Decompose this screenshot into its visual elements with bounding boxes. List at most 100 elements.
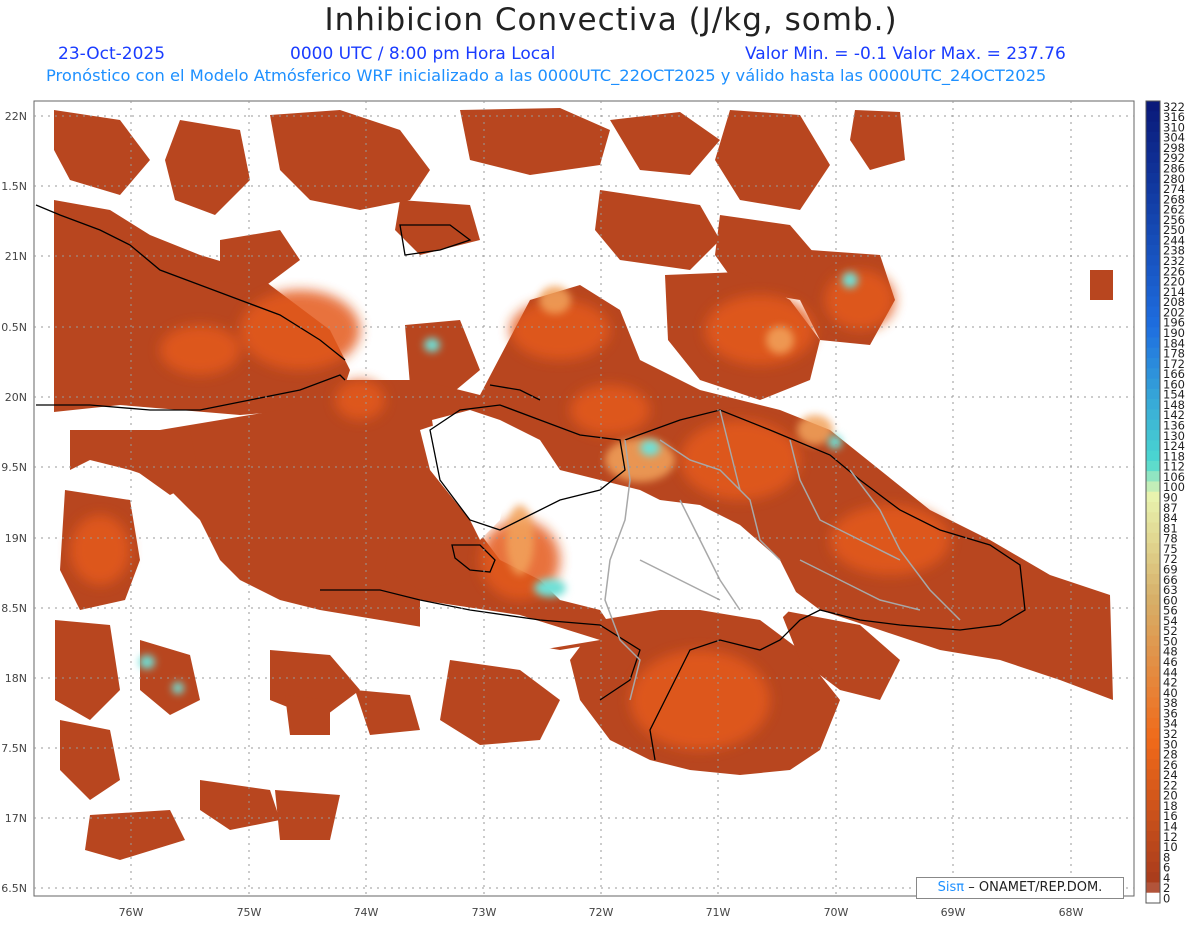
credit-org: – ONAMET/REP.DOM. — [968, 880, 1103, 895]
field-highlight — [705, 295, 815, 365]
colorbar-swatch — [1146, 234, 1160, 246]
colorbar-swatch — [1146, 172, 1160, 184]
field-light-patch — [539, 286, 571, 314]
colorbar-swatch — [1146, 563, 1160, 575]
colorbar-swatch — [1146, 337, 1160, 349]
colorbar-swatch — [1146, 193, 1160, 205]
field-highlight — [570, 385, 650, 435]
colorbar-swatch — [1146, 800, 1160, 812]
colorbar-swatch — [1146, 101, 1160, 112]
colorbar-swatch — [1146, 460, 1160, 472]
colorbar-swatch — [1146, 810, 1160, 822]
colorbar-swatch — [1146, 347, 1160, 359]
colorbar-swatch — [1146, 224, 1160, 236]
lon-label: 72W — [589, 906, 614, 919]
colorbar-swatch — [1146, 111, 1160, 123]
colorbar-swatch — [1146, 296, 1160, 308]
lon-label: 68W — [1059, 906, 1084, 919]
colorbar-swatch — [1146, 471, 1160, 483]
colorbar-swatch — [1146, 584, 1160, 596]
colorbar-swatch — [1146, 203, 1160, 215]
colorbar-swatch — [1146, 604, 1160, 616]
lat-label: 21N — [5, 250, 27, 263]
colorbar-swatch — [1146, 121, 1160, 133]
colorbar-swatch — [1146, 728, 1160, 740]
colorbar-swatch — [1146, 306, 1160, 318]
lon-label: 70W — [824, 906, 849, 919]
colorbar-swatch — [1146, 368, 1160, 380]
colorbar-swatch — [1146, 502, 1160, 513]
colorbar-swatch — [1146, 707, 1160, 719]
colorbar-swatch — [1146, 697, 1160, 709]
longitude-labels: 76W 75W 74W 73W 72W 71W 70W 69W 68W — [119, 906, 1084, 919]
colorbar-swatch — [1146, 450, 1160, 462]
lat-label: 1.5N — [1, 180, 27, 193]
lon-label: 71W — [706, 906, 731, 919]
colorbar-swatch — [1146, 789, 1160, 801]
colorbar-swatch — [1146, 131, 1160, 143]
colorbar-swatch — [1146, 851, 1160, 863]
colorbar-swatch — [1146, 666, 1160, 678]
colorbar-swatch — [1146, 635, 1160, 647]
colorbar-swatch — [1146, 892, 1160, 904]
lat-label: 9.5N — [1, 461, 27, 474]
colorbar-swatch — [1146, 882, 1160, 894]
lat-label: 7.5N — [1, 742, 27, 755]
colorbar-swatch — [1146, 512, 1160, 524]
field-region — [285, 695, 330, 735]
colorbar-swatch — [1146, 419, 1160, 431]
field-light-patch — [797, 415, 833, 445]
lat-label: 8.5N — [1, 602, 27, 615]
colorbar-swatch — [1146, 594, 1160, 606]
lon-label: 75W — [237, 906, 262, 919]
field-cyan-spot — [424, 338, 440, 352]
field-highlight — [70, 515, 130, 585]
field-cyan-spot — [842, 272, 858, 288]
lat-label: 20N — [5, 391, 27, 404]
lat-label: 0.5N — [1, 321, 27, 334]
colorbar-swatch — [1146, 748, 1160, 760]
colorbar-swatch — [1146, 481, 1160, 493]
colorbar-swatch — [1146, 316, 1160, 328]
colorbar-swatch — [1146, 543, 1160, 555]
colorbar-swatch — [1146, 553, 1160, 565]
field-region — [1090, 270, 1113, 300]
field-light-patch — [766, 326, 794, 354]
colorbar-swatch — [1146, 430, 1160, 441]
colorbar-swatch — [1146, 214, 1160, 225]
colorbar-swatch — [1146, 676, 1160, 688]
colorbar-swatch — [1146, 532, 1160, 544]
field-cyan-spot — [139, 655, 155, 669]
colorbar-swatch — [1146, 440, 1160, 452]
colorbar-swatch — [1146, 378, 1160, 390]
field-cyan-spot — [172, 682, 184, 694]
colorbar-swatch — [1146, 861, 1160, 873]
colorbar-swatch — [1146, 779, 1160, 791]
colorbar-swatch — [1146, 358, 1160, 369]
field-cyan-spot — [828, 435, 842, 449]
field-cyan-spot — [534, 579, 566, 597]
colorbar-swatch — [1146, 717, 1160, 729]
colorbar-swatch — [1146, 142, 1160, 154]
colorbar-swatch — [1146, 275, 1160, 287]
field-highlight — [335, 380, 385, 420]
colorbar-swatch — [1146, 388, 1160, 400]
colorbar-swatch — [1146, 409, 1160, 421]
colorbar-swatch — [1146, 265, 1160, 277]
colorbar-swatch — [1146, 738, 1160, 750]
colorbar-swatch — [1146, 491, 1160, 503]
lat-label: 18N — [5, 672, 27, 685]
latitude-labels: 22N 1.5N 21N 0.5N 20N 9.5N 19N 8.5N 18N … — [1, 110, 27, 895]
colorbar-swatch — [1146, 831, 1160, 842]
colorbar: 3223163103042982922862802742682622562502… — [1145, 100, 1185, 906]
colorbar-swatch — [1146, 625, 1160, 637]
colorbar-swatch — [1146, 872, 1160, 884]
colorbar-swatch — [1146, 645, 1160, 657]
field-highlight — [160, 325, 240, 375]
colorbar-swatch — [1146, 255, 1160, 267]
lat-label: 22N — [5, 110, 27, 123]
colorbar-swatch — [1146, 162, 1160, 174]
colorbar-label: 0 — [1163, 892, 1170, 906]
colorbar-swatch — [1146, 687, 1160, 698]
colorbar-swatch — [1146, 244, 1160, 256]
